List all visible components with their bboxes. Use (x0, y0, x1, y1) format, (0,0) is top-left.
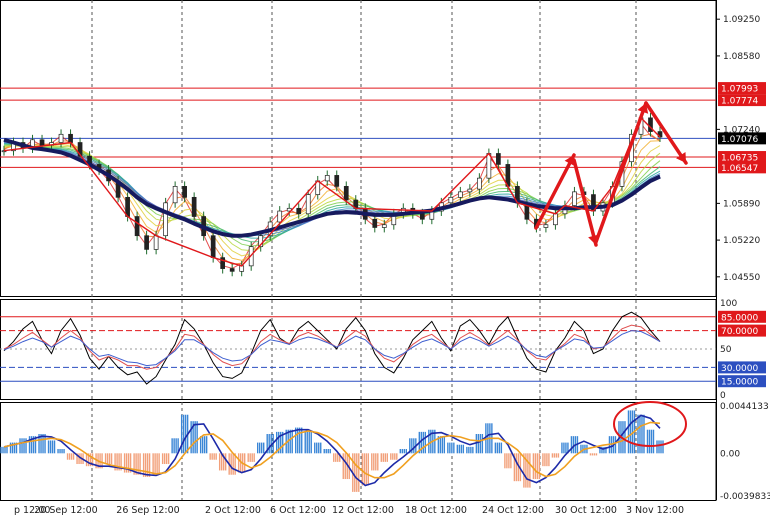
price-ytick-label: 1.05220 (723, 236, 760, 246)
price-bar-body (58, 133, 64, 143)
histogram-ytick-label: 0.0044133 (720, 402, 769, 412)
osc-level-label: 15.0000 (721, 378, 758, 388)
price-bar-body (324, 175, 330, 182)
price-bar-body (543, 224, 549, 228)
price-bar-body (210, 235, 216, 258)
histogram-ytick-label: -0.0039833 (720, 492, 770, 502)
price-bar-body (153, 235, 159, 250)
price-ytick-label: 1.08580 (723, 52, 760, 62)
price-bar-body (134, 216, 140, 237)
price-bar-body (553, 213, 558, 226)
x-tick-label: 20 Sep 12:00 (34, 505, 97, 516)
osc-level-label: 70.0000 (721, 327, 758, 337)
price-bar-body (172, 186, 178, 204)
price-label: 1.07993 (721, 85, 758, 95)
price-bar-body (467, 188, 473, 193)
x-tick-label: 2 Oct 12:00 (205, 505, 261, 516)
oscillator-panel (0, 299, 717, 400)
price-bar-body (343, 186, 349, 201)
price-bar-body (39, 139, 45, 146)
price-bar-body (334, 175, 340, 187)
price-bar-body (305, 194, 311, 215)
price-bar-body (496, 153, 501, 165)
price-bar-body (68, 133, 73, 143)
osc-ytick-label: 50 (720, 345, 732, 355)
price-bar-body (381, 224, 387, 228)
price-ytick-label: 1.04550 (723, 273, 760, 283)
price-bar-body (163, 202, 168, 237)
price-label: 1.07076 (721, 135, 758, 145)
price-bar-body (239, 265, 245, 272)
price-label: 1.07774 (721, 97, 758, 107)
x-tick-label: 3 Nov 12:00 (626, 505, 684, 516)
price-bar-body (296, 207, 302, 215)
x-tick-label: 26 Sep 12:00 (116, 505, 179, 516)
price-ytick-label: 1.09250 (723, 15, 760, 25)
x-tick-label: 18 Oct 12:00 (405, 505, 467, 516)
price-bar-body (419, 213, 425, 220)
price-bar-body (457, 191, 463, 198)
x-tick-label: 6 Oct 12:00 (270, 505, 326, 516)
price-panel (0, 0, 717, 297)
trading-chart: 1.092501.085801.072401.058901.052201.045… (0, 0, 770, 516)
price-ytick-label: 1.05890 (723, 199, 760, 209)
price-bar-body (144, 235, 149, 250)
price-bar-body (191, 196, 197, 217)
price-bar-body (182, 186, 187, 198)
price-bar-body (372, 218, 378, 228)
x-tick-label: 24 Oct 12:00 (482, 505, 544, 516)
x-tick-label: 12 Oct 12:00 (332, 505, 394, 516)
price-bar-body (477, 177, 482, 190)
price-bar-body (572, 191, 577, 206)
price-bar-body (229, 268, 235, 272)
price-bar-body (277, 210, 283, 223)
price-bar-body (448, 196, 454, 204)
price-label: 1.06547 (721, 164, 758, 174)
osc-ytick-label: 100 (720, 299, 737, 309)
osc-ytick-label: 0 (720, 391, 726, 401)
osc-level-label: 30.0000 (721, 364, 758, 374)
osc-level-label: 85.0000 (721, 313, 758, 323)
x-tick-label: 30 Oct 12:00 (555, 505, 617, 516)
histogram-ytick-label: 0.00 (720, 449, 740, 459)
